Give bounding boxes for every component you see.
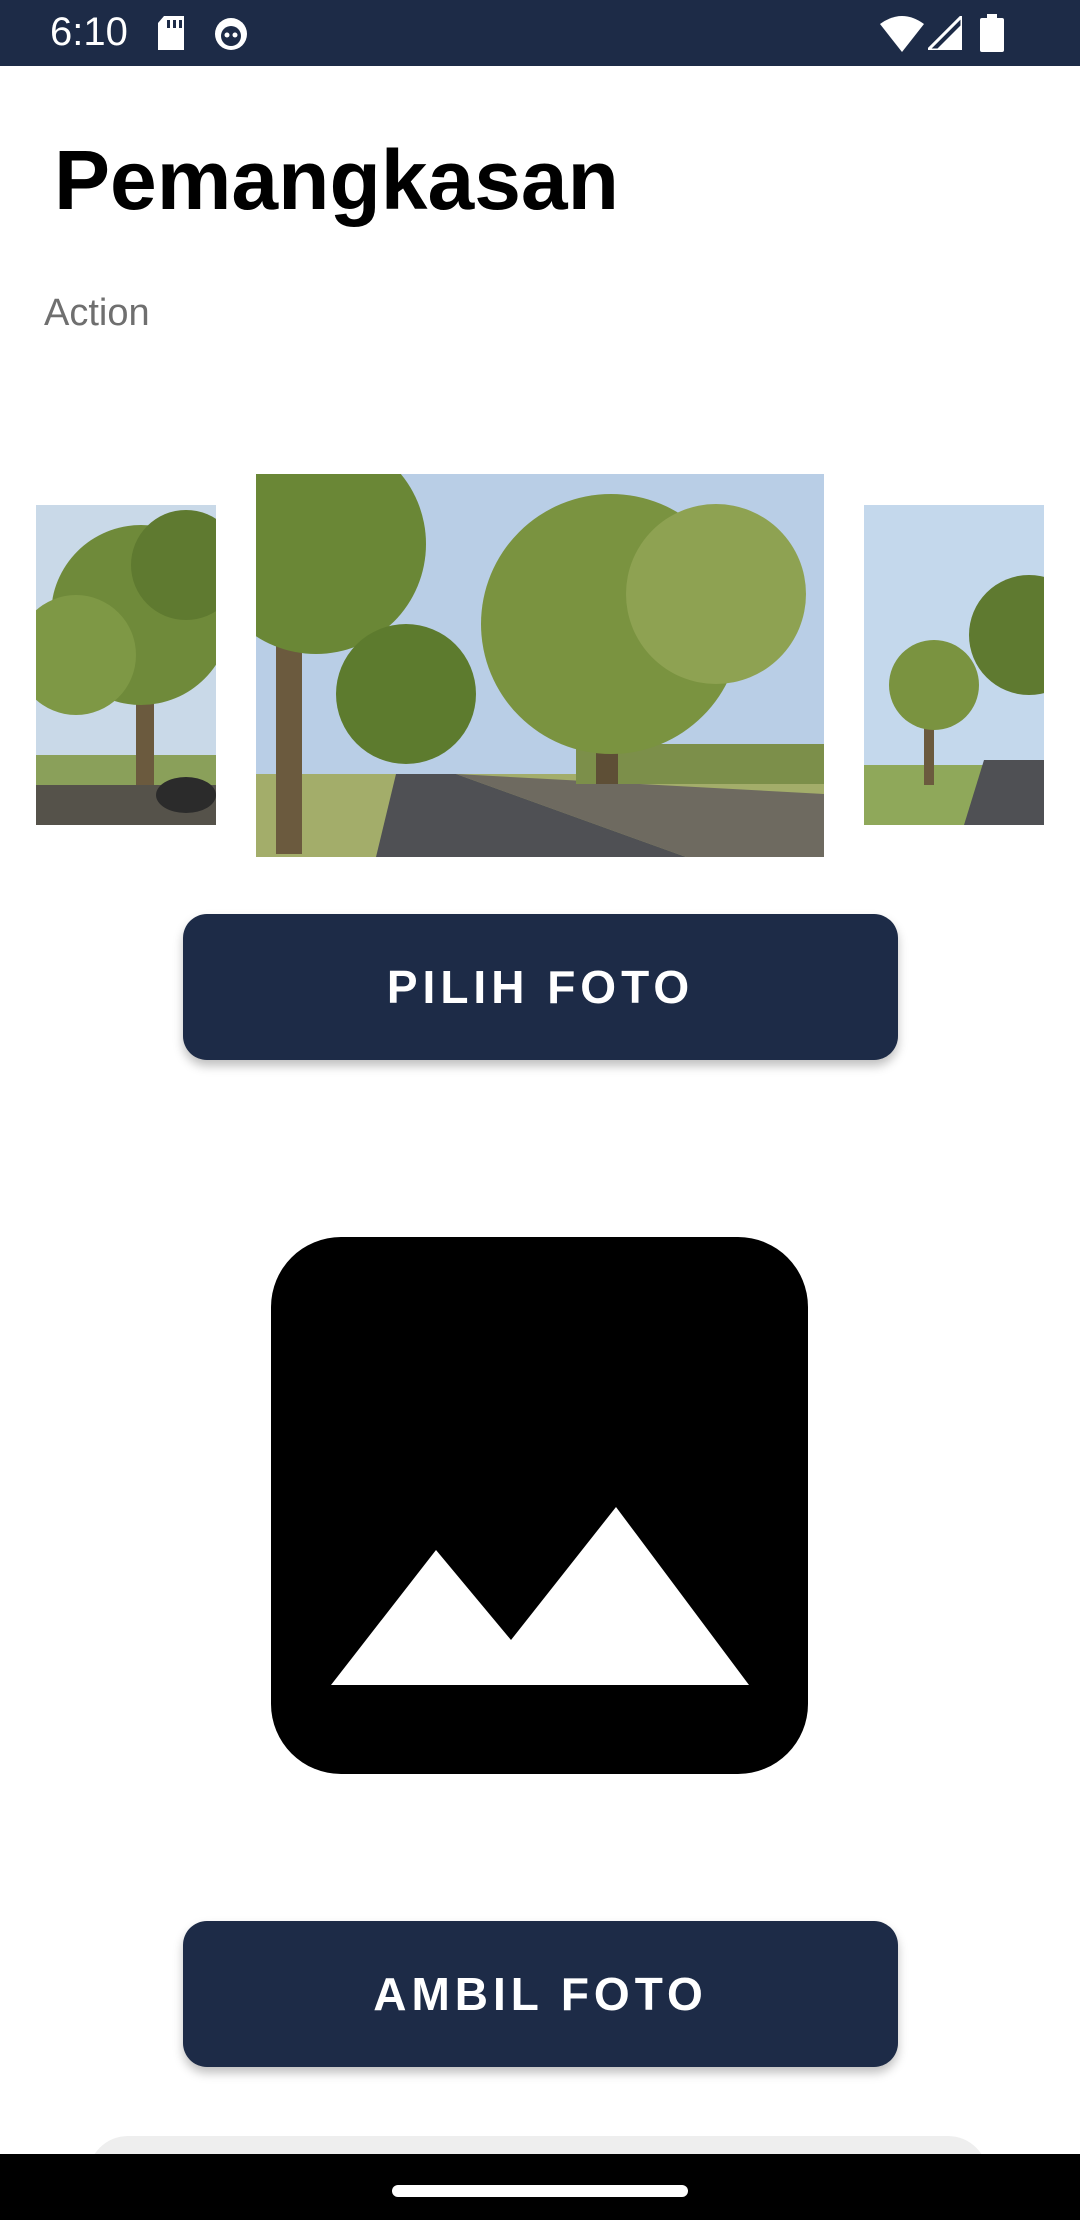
signal-icon	[928, 16, 962, 50]
status-time: 6:10	[50, 10, 128, 54]
image-placeholder-icon	[271, 1237, 808, 1774]
android-face-icon	[215, 18, 247, 50]
page-title: Pemangkasan	[54, 133, 619, 227]
page-subtitle: Action	[44, 292, 150, 334]
navigation-bar	[0, 2154, 1080, 2220]
status-bar: 6:10	[0, 0, 1080, 66]
sd-card-icon	[158, 16, 184, 50]
battery-icon	[980, 14, 1004, 52]
pick-photo-button[interactable]: PILIH FOTO	[183, 914, 898, 1060]
home-handle[interactable]	[392, 2185, 688, 2197]
carousel-image-right[interactable]	[864, 505, 1044, 825]
take-photo-button[interactable]: AMBIL FOTO	[183, 1921, 898, 2067]
carousel-image-center[interactable]	[256, 474, 824, 857]
wifi-icon	[880, 16, 924, 52]
carousel-image-left[interactable]	[36, 505, 216, 825]
